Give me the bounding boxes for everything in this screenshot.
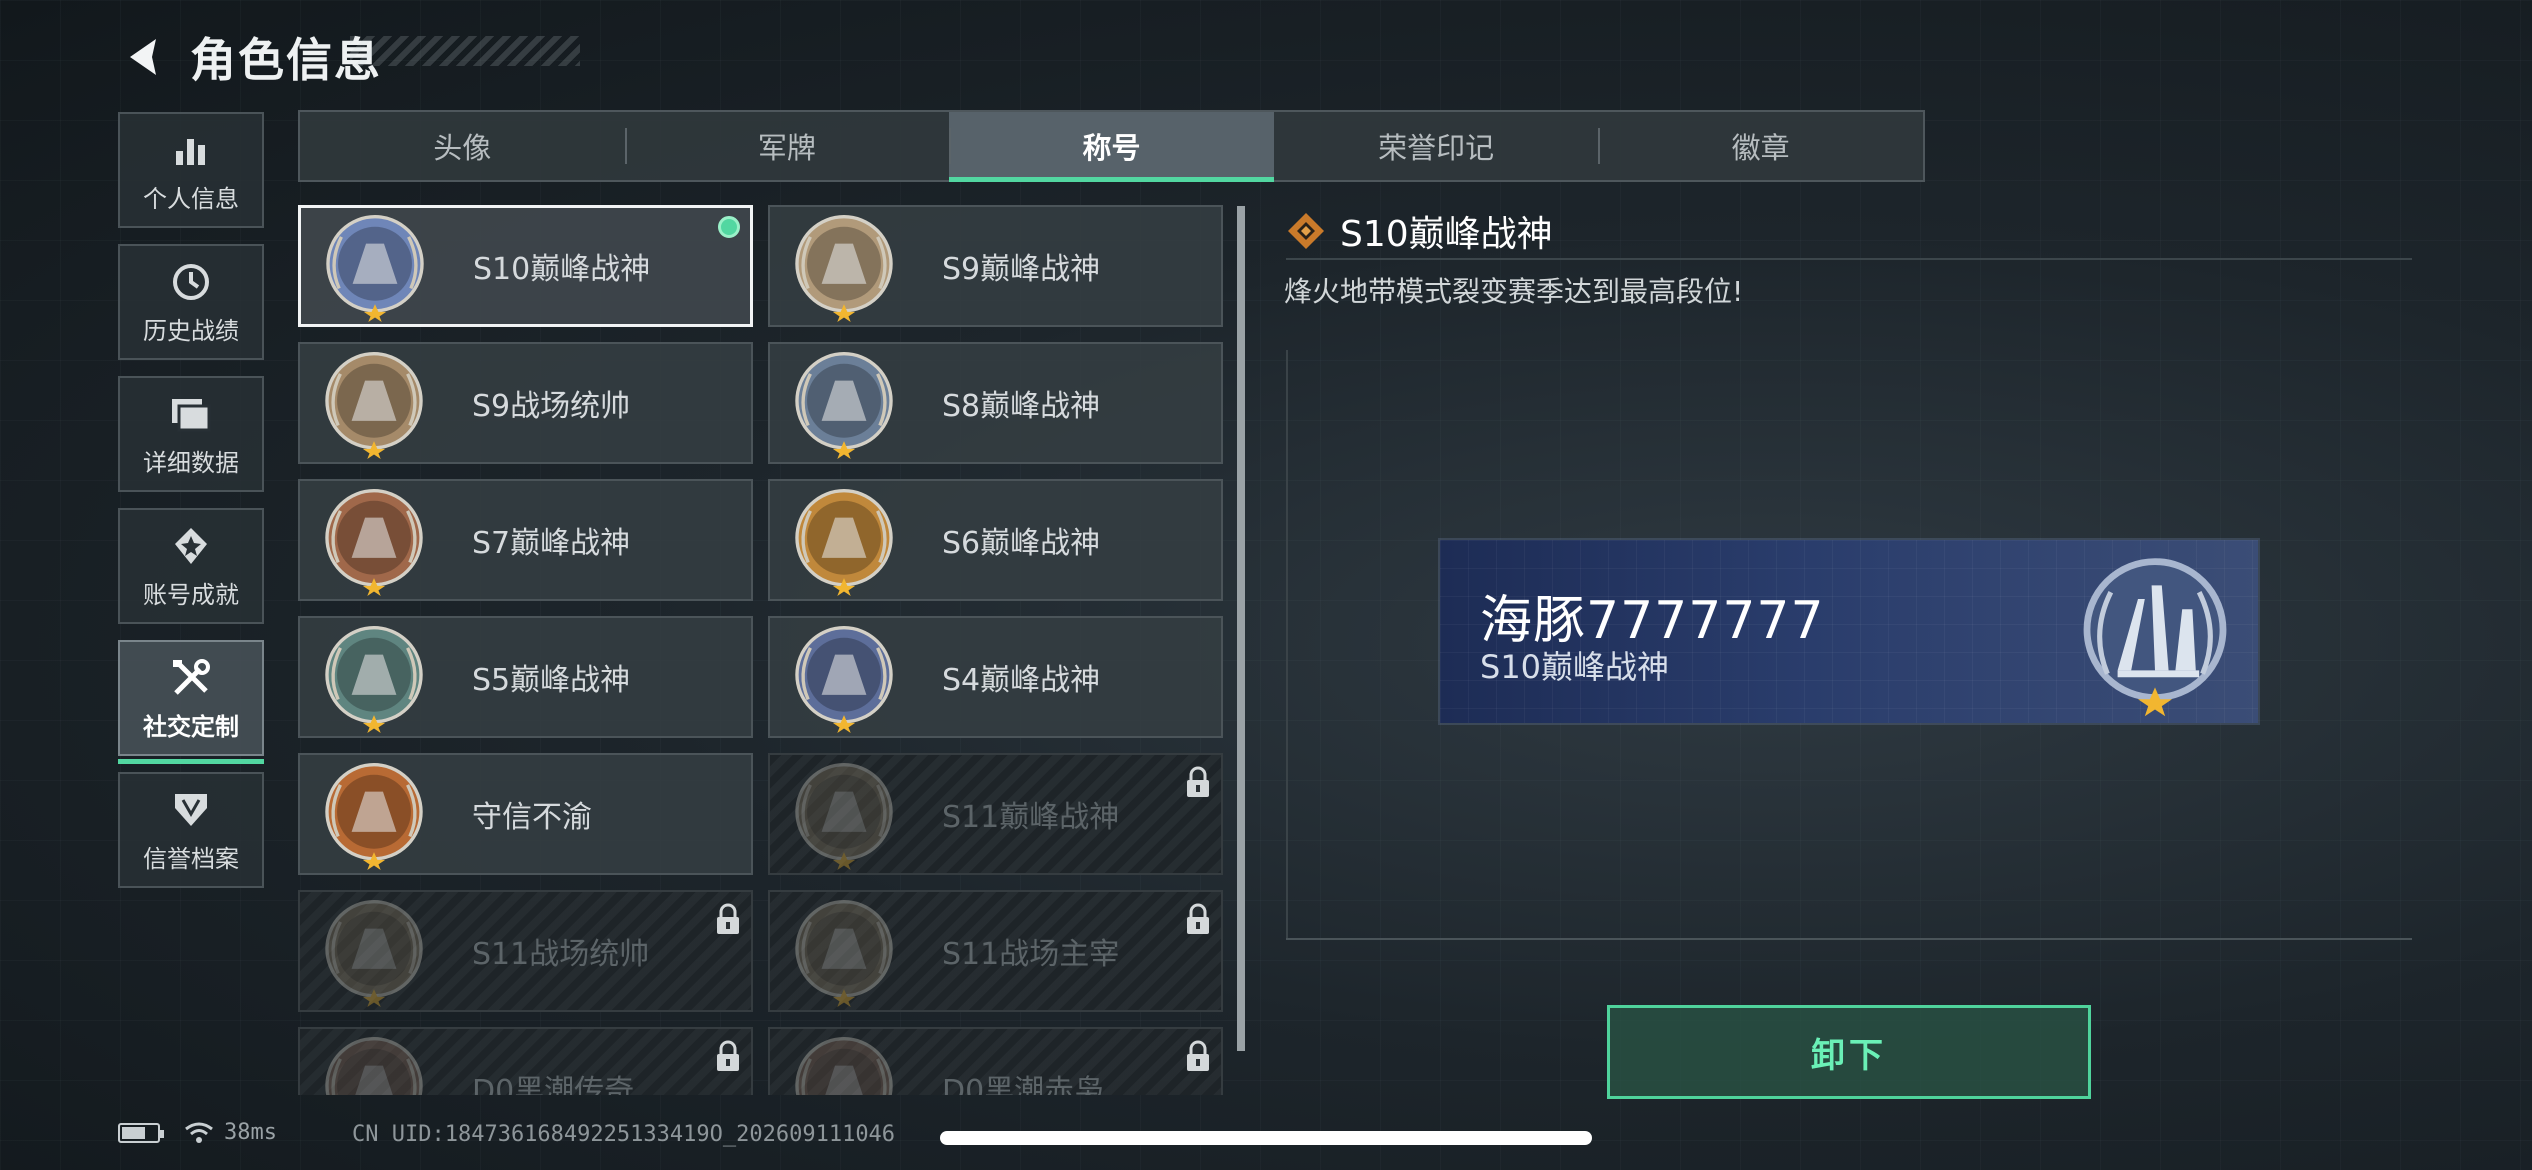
scrollbar-thumb[interactable] xyxy=(1237,206,1245,1051)
sidebar-item-achievement[interactable]: 账号成就 xyxy=(118,508,264,624)
tab-badge[interactable]: 徽章 xyxy=(1598,112,1923,180)
bar-chart-icon xyxy=(168,127,214,173)
diamond-icon xyxy=(1288,213,1324,249)
title-card[interactable]: S10巅峰战神 xyxy=(298,205,753,327)
title-medal-icon xyxy=(795,900,893,1007)
title-card[interactable]: S7巅峰战神 xyxy=(298,479,753,601)
divider xyxy=(1286,258,2412,260)
title-card[interactable]: D0黑潮传奇 xyxy=(298,1027,753,1095)
title-medal-icon xyxy=(326,215,424,322)
nameplate-preview: 海豚7777777 S10巅峰战神 xyxy=(1440,540,2258,723)
title-card[interactable]: S8巅峰战神 xyxy=(768,342,1223,464)
detail-header: S10巅峰战神 xyxy=(1286,205,1553,257)
title-medal-icon xyxy=(325,626,423,733)
detail-description: 烽火地带模式裂变赛季达到最高段位! xyxy=(1284,275,1744,308)
title-card-label: S8巅峰战神 xyxy=(942,389,1101,424)
tab-title[interactable]: 称号 xyxy=(949,112,1274,182)
title-card-label: D0黑潮赤枭 xyxy=(942,1074,1105,1095)
tab-avatar[interactable]: 头像 xyxy=(300,112,625,180)
title-card[interactable]: S9巅峰战神 xyxy=(768,205,1223,327)
sidebar-item-label: 账号成就 xyxy=(143,580,239,609)
title-card[interactable]: S5巅峰战神 xyxy=(298,616,753,738)
tab-bar: 头像 军牌 称号 荣誉印记 徽章 xyxy=(298,110,1925,182)
wifi-icon xyxy=(185,1122,213,1143)
lock-icon xyxy=(1187,1040,1209,1071)
tab-honor-mark[interactable]: 荣誉印记 xyxy=(1274,112,1599,180)
title-medal-icon xyxy=(325,489,423,596)
title-medal-icon xyxy=(795,626,893,733)
title-medal-icon xyxy=(325,763,423,870)
back-button[interactable] xyxy=(118,27,166,87)
sidebar-item-profile[interactable]: 个人信息 xyxy=(118,112,264,228)
nameplate-title: S10巅峰战神 xyxy=(1480,648,1670,686)
title-card-label: S4巅峰战神 xyxy=(942,663,1101,698)
title-medal-icon xyxy=(795,1037,893,1095)
title-card-label: D0黑潮传奇 xyxy=(472,1074,635,1095)
achievement-icon xyxy=(168,523,214,569)
title-card[interactable]: D0黑潮赤枭 xyxy=(768,1027,1223,1095)
title-medal-icon xyxy=(795,215,893,322)
lock-icon xyxy=(1187,903,1209,934)
title-medal-icon xyxy=(795,352,893,459)
title-card[interactable]: S6巅峰战神 xyxy=(768,479,1223,601)
lock-icon xyxy=(1187,766,1209,797)
sidebar-item-label: 详细数据 xyxy=(143,448,239,477)
unequip-button[interactable]: 卸下 xyxy=(1607,1005,2091,1099)
folder-icon xyxy=(168,391,214,437)
title-list-scrollbar[interactable] xyxy=(1237,206,1245,1051)
title-medal-icon xyxy=(325,1037,423,1095)
title-medal-icon xyxy=(325,900,423,1007)
title-card-label: S10巅峰战神 xyxy=(473,252,651,287)
title-medal-icon xyxy=(2083,558,2227,717)
sidebar-item-history[interactable]: 历史战绩 xyxy=(118,244,264,360)
title-card-label: 守信不渝 xyxy=(472,800,592,835)
title-medal-icon xyxy=(795,763,893,870)
title-card-label: S6巅峰战神 xyxy=(942,526,1101,561)
equipped-indicator xyxy=(718,216,740,238)
title-card[interactable]: S11战场统帅 xyxy=(298,890,753,1012)
title-decoration xyxy=(350,36,580,66)
sidebar-item-data[interactable]: 详细数据 xyxy=(118,376,264,492)
title-card-label: S9巅峰战神 xyxy=(942,252,1101,287)
divider xyxy=(1286,938,2412,940)
user-uid: CN UID:18473616849225133419O_20260911104… xyxy=(352,1122,896,1147)
title-card-label: S9战场统帅 xyxy=(472,389,631,424)
lock-icon xyxy=(717,903,739,934)
sidebar-item-credit[interactable]: 信誉档案 xyxy=(118,772,264,888)
shield-icon xyxy=(168,787,214,833)
title-medal-icon xyxy=(795,489,893,596)
title-card-label: S5巅峰战神 xyxy=(472,663,631,698)
sidebar: 个人信息 历史战绩 详细数据 账号成就 社交定制 信誉档案 xyxy=(118,112,266,904)
title-card-label: S7巅峰战神 xyxy=(472,526,631,561)
title-card-label: S11战场主宰 xyxy=(942,937,1120,972)
title-grid: S10巅峰战神 S9巅峰战神 S9战场统帅 S8巅峰战神 S7巅峰战神 S6巅峰战神 S5巅… xyxy=(298,205,1226,1095)
ping-value: 38ms xyxy=(224,1120,277,1145)
status-bar: 38ms xyxy=(118,1120,277,1145)
header: 角色信息 xyxy=(118,22,382,92)
sidebar-item-label: 社交定制 xyxy=(143,712,239,741)
detail-title: S10巅峰战神 xyxy=(1340,214,1553,255)
title-card[interactable]: S11巅峰战神 xyxy=(768,753,1223,875)
sidebar-item-label: 信誉档案 xyxy=(143,844,239,873)
title-card[interactable]: S4巅峰战神 xyxy=(768,616,1223,738)
battery-icon xyxy=(118,1122,164,1143)
home-indicator[interactable] xyxy=(940,1131,1592,1145)
sidebar-item-label: 个人信息 xyxy=(143,184,239,213)
back-arrow-icon xyxy=(130,39,156,75)
title-medal-icon xyxy=(325,352,423,459)
tab-dogtag[interactable]: 军牌 xyxy=(624,112,950,180)
tools-icon xyxy=(168,655,214,701)
title-card[interactable]: 守信不渝 xyxy=(298,753,753,875)
title-card[interactable]: S11战场主宰 xyxy=(768,890,1223,1012)
title-card-label: S11战场统帅 xyxy=(472,937,650,972)
lock-icon xyxy=(717,1040,739,1071)
title-card[interactable]: S9战场统帅 xyxy=(298,342,753,464)
sidebar-item-label: 历史战绩 xyxy=(143,316,239,345)
clock-icon xyxy=(168,259,214,305)
sidebar-item-social[interactable]: 社交定制 xyxy=(118,640,264,764)
title-card-label: S11巅峰战神 xyxy=(942,800,1120,835)
